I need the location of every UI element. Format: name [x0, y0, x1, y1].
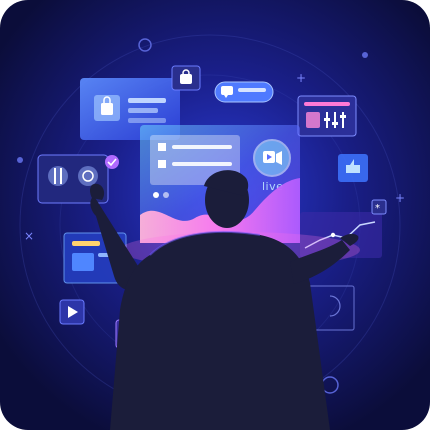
video-play-icon: [263, 151, 282, 165]
plus-sparkle: +: [395, 191, 405, 205]
snowflake-icon: *: [375, 203, 380, 214]
snowflake-tile: *: [371, 199, 387, 215]
fingerprint-icon: [78, 166, 98, 186]
tools-icon: [48, 166, 68, 186]
bag-tile: [171, 65, 201, 91]
checkmark-icon: [105, 155, 119, 169]
plus-sparkle: +: [296, 71, 306, 85]
dot-decoration: [362, 52, 368, 58]
x-sparkle: ×: [24, 229, 34, 243]
dot-decoration: [17, 157, 23, 163]
like-tile: [338, 154, 368, 182]
chat-pill: [214, 81, 274, 103]
slider-panel: [297, 95, 357, 137]
hero-illustration: + × + live *: [0, 0, 430, 430]
video-widget: [253, 139, 291, 177]
play-tile: [59, 299, 85, 325]
